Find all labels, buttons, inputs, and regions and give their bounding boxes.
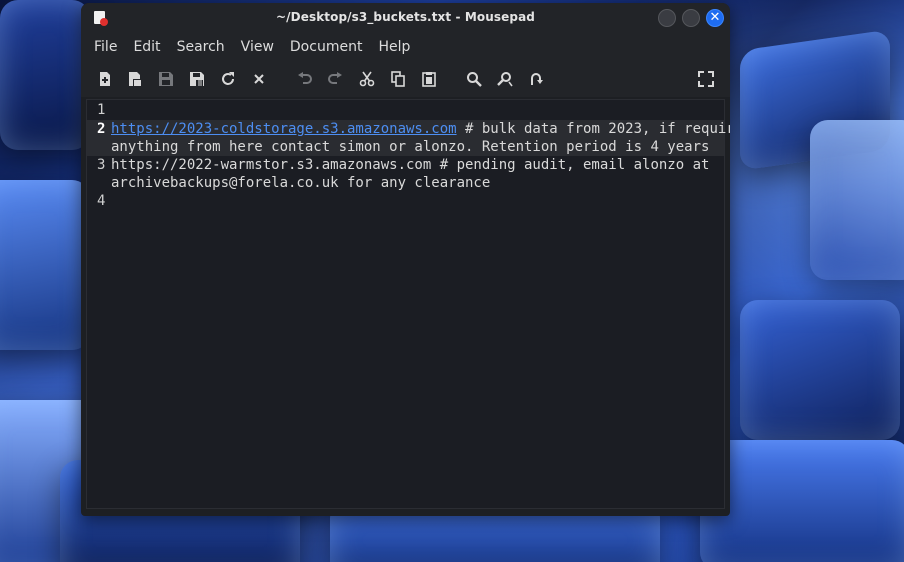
wallpaper-shape [810,120,904,280]
paste-icon[interactable] [420,70,438,88]
close-document-icon[interactable] [250,70,268,88]
editor-line: 3 https://2022-warmstor.s3.amazonaws.com… [87,156,724,192]
window-title: ~/Desktop/s3_buckets.txt - Mousepad [276,10,535,24]
line-text-wrapped: archivebackups@forela.co.uk for any clea… [111,175,491,191]
mousepad-window: ~/Desktop/s3_buckets.txt - Mousepad ✕ Fi… [81,3,730,516]
line-number: 4 [97,193,106,209]
new-document-icon[interactable] [96,70,114,88]
editor-line: 1 [87,102,724,120]
line-text-wrapped: anything from here contact simon or alon… [111,139,710,155]
menu-file[interactable]: File [86,39,125,55]
menu-view[interactable]: View [233,39,282,55]
line-comment: # bulk data from 2023, if required [456,121,730,137]
minimize-button[interactable] [658,9,676,27]
save-icon[interactable] [157,70,175,88]
menu-edit[interactable]: Edit [125,39,168,55]
wallpaper-shape [0,180,90,350]
wallpaper-shape [740,300,900,440]
close-icon: ✕ [709,10,721,25]
new-window-icon[interactable] [126,70,144,88]
title-bar[interactable]: ~/Desktop/s3_buckets.txt - Mousepad ✕ [81,3,730,32]
copy-icon[interactable] [389,70,407,88]
close-window-button[interactable]: ✕ [706,9,724,27]
wallpaper-shape [0,0,90,150]
line-text: https://2023-coldstorage.s3.amazonaws.co… [111,120,730,138]
maximize-button[interactable] [682,9,700,27]
save-as-icon[interactable] [188,70,206,88]
line-text: https://2022-warmstor.s3.amazonaws.com #… [111,157,710,173]
menu-document[interactable]: Document [282,39,371,55]
fullscreen-icon[interactable] [697,70,715,88]
url-link[interactable]: https://2023-coldstorage.s3.amazonaws.co… [111,121,457,137]
redo-icon[interactable] [326,70,344,88]
line-number: 2 [97,121,106,137]
line-number: 1 [97,102,106,118]
undo-icon[interactable] [296,70,314,88]
menu-search[interactable]: Search [169,39,233,55]
editor-line: 4 [87,192,724,210]
go-to-icon[interactable] [527,70,545,88]
editor-line-current: 2 https://2023-coldstorage.s3.amazonaws.… [87,120,730,156]
reload-icon[interactable] [219,70,237,88]
wallpaper-shape [700,440,904,562]
line-number: 3 [97,157,106,173]
menu-help[interactable]: Help [370,39,418,55]
find-icon[interactable] [465,70,483,88]
menu-bar: File Edit Search View Document Help [81,32,730,62]
toolbar [81,62,730,97]
find-replace-icon[interactable] [496,70,514,88]
cut-icon[interactable] [358,70,376,88]
text-editor[interactable]: 1 2 https://2023-coldstorage.s3.amazonaw… [86,99,730,509]
